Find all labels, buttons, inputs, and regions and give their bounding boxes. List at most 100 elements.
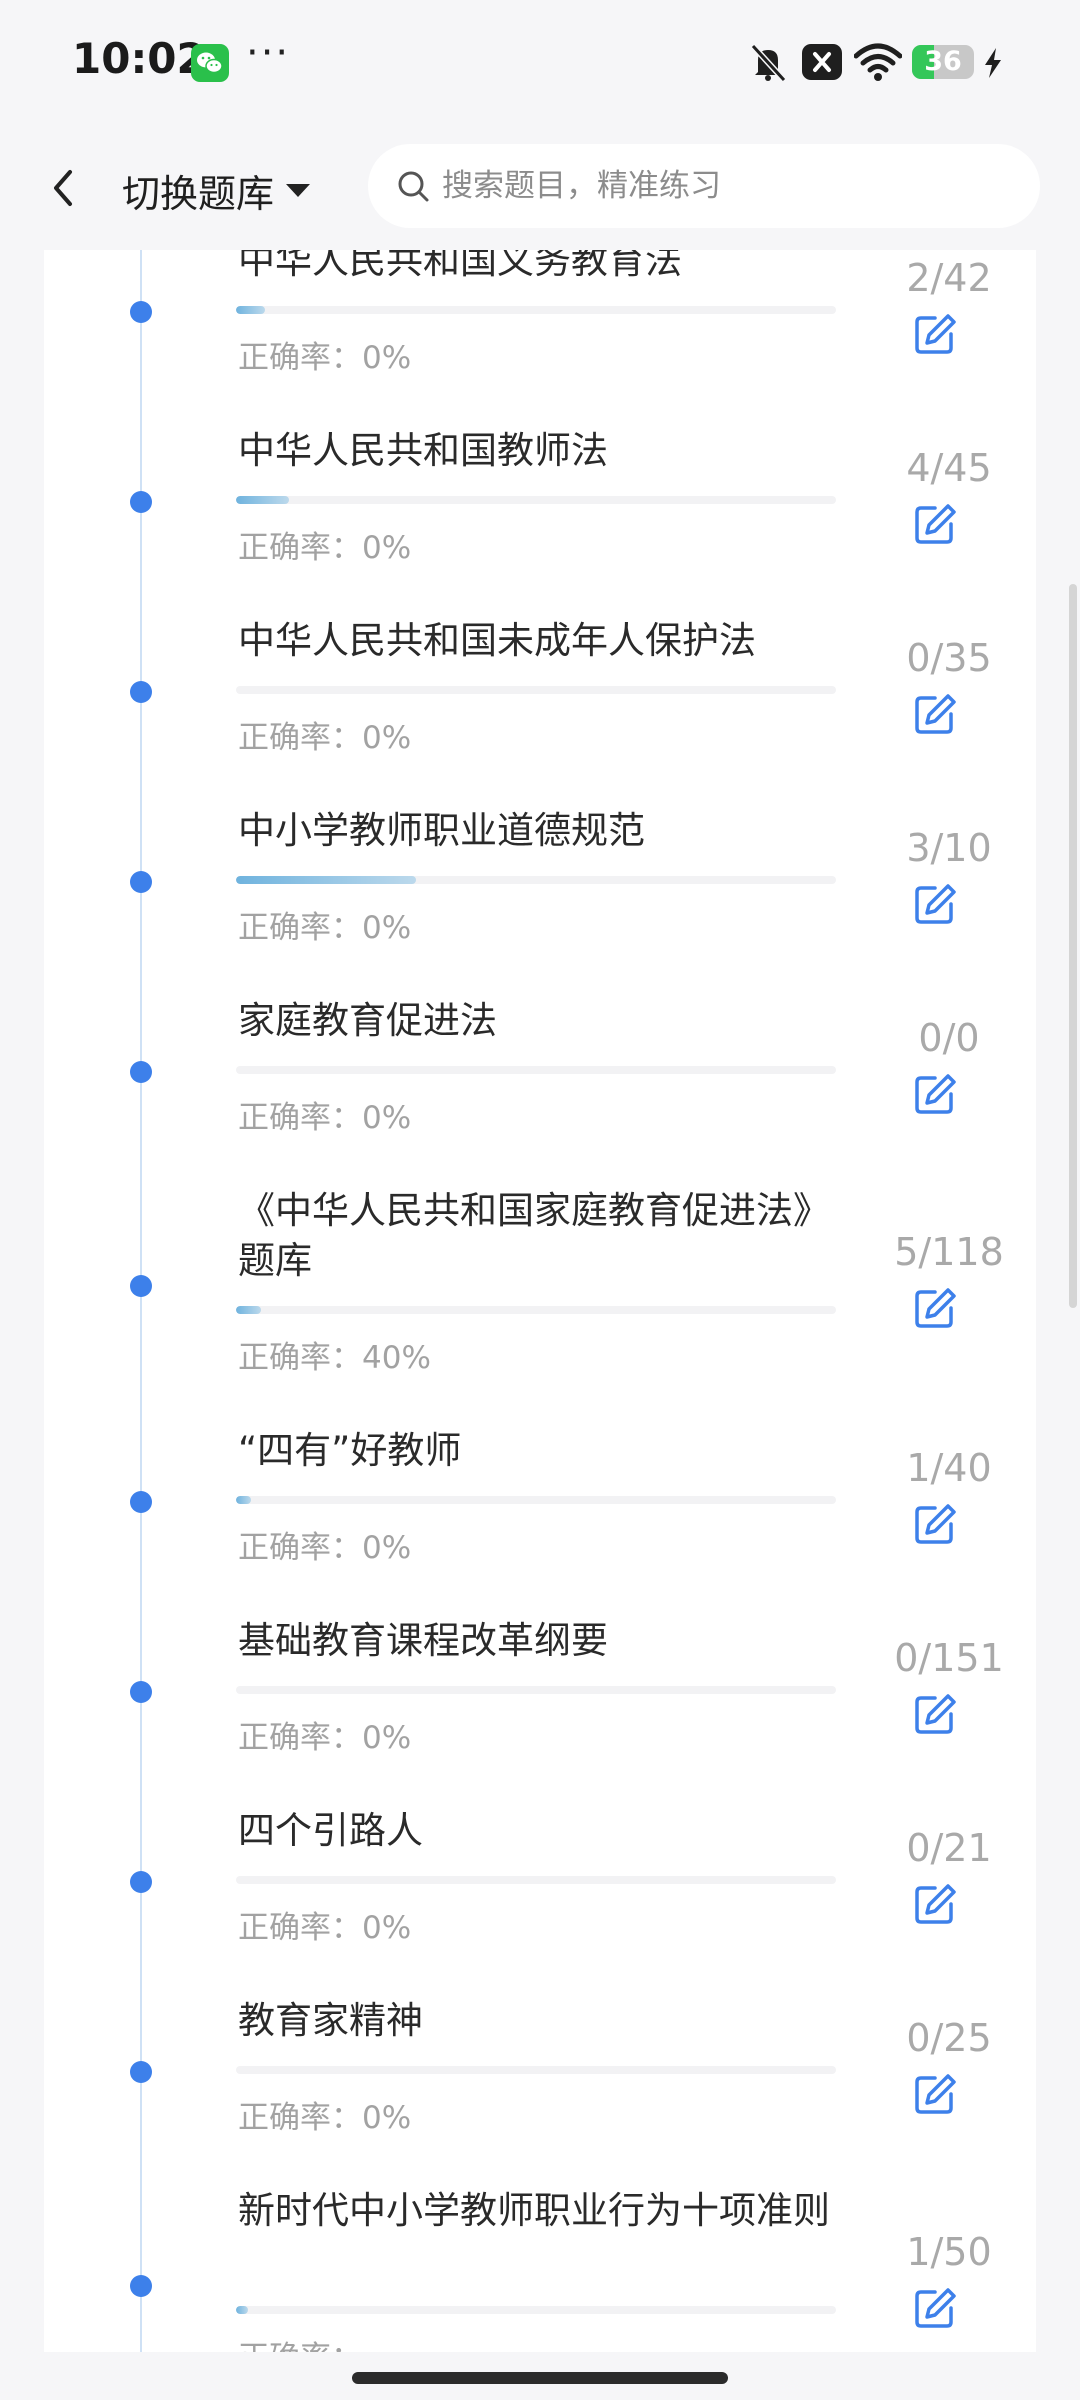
question-count: 2/42 bbox=[906, 256, 992, 300]
accuracy-rate: 正确率：0% bbox=[238, 1712, 411, 1757]
timeline-dot bbox=[130, 301, 152, 323]
edit-icon[interactable] bbox=[913, 1502, 957, 1546]
close-box-icon bbox=[802, 44, 842, 80]
progress-track bbox=[236, 496, 836, 504]
edit-icon[interactable] bbox=[913, 2072, 957, 2116]
accuracy-label: 正确率： bbox=[238, 1720, 362, 1756]
charging-bolt-icon bbox=[985, 48, 1001, 78]
question-count: 1/40 bbox=[906, 1446, 992, 1490]
accuracy-value: 0% bbox=[362, 1100, 412, 1136]
progress-track bbox=[236, 2066, 836, 2074]
edit-icon[interactable] bbox=[913, 502, 957, 546]
list-item[interactable]: 中小学教师职业道德规范 正确率：0% 3/10 bbox=[44, 806, 1036, 946]
edit-icon[interactable] bbox=[913, 312, 957, 356]
list-item[interactable]: 中华人民共和国未成年人保护法 正确率：0% 0/35 bbox=[44, 616, 1036, 756]
search-input[interactable] bbox=[440, 167, 1004, 205]
accuracy-label: 正确率： bbox=[238, 1100, 362, 1136]
timeline-dot bbox=[130, 491, 152, 513]
list-item[interactable]: 新时代中小学教师职业行为十项准则 正确率： 1/50 bbox=[44, 2186, 1036, 2352]
list-item[interactable]: 中华人民共和国教师法 正确率：0% 4/45 bbox=[44, 426, 1036, 566]
item-title: 新时代中小学教师职业行为十项准则 bbox=[238, 2189, 830, 2232]
edit-icon[interactable] bbox=[913, 1072, 957, 1116]
progress-track bbox=[236, 686, 836, 694]
accuracy-rate: 正确率：0% bbox=[238, 332, 411, 377]
battery-level: 36 bbox=[924, 46, 962, 77]
list-item[interactable]: “四有”好教师 正确率：0% 1/40 bbox=[44, 1426, 1036, 1566]
accuracy-label: 正确率： bbox=[238, 720, 362, 756]
home-indicator[interactable] bbox=[352, 2372, 728, 2384]
timeline-dot bbox=[130, 871, 152, 893]
accuracy-rate: 正确率：0% bbox=[238, 1092, 411, 1137]
bell-off-icon bbox=[750, 43, 787, 82]
progress-bar bbox=[236, 306, 265, 314]
accuracy-label: 正确率： bbox=[238, 1910, 362, 1946]
accuracy-rate: 正确率：0% bbox=[238, 1522, 411, 1567]
accuracy-label: 正确率： bbox=[238, 530, 362, 566]
search-icon bbox=[398, 171, 429, 202]
question-count: 0/151 bbox=[894, 1636, 1004, 1680]
item-title: 中华人民共和国教师法 bbox=[238, 429, 608, 472]
progress-bar bbox=[236, 496, 290, 504]
edit-icon[interactable] bbox=[913, 882, 957, 926]
question-count: 5/118 bbox=[894, 1230, 1004, 1274]
progress-track bbox=[236, 1686, 836, 1694]
question-count: 0/25 bbox=[906, 2016, 992, 2060]
edit-icon[interactable] bbox=[913, 2286, 957, 2330]
accuracy-rate: 正确率： bbox=[238, 2332, 362, 2352]
timeline-dot bbox=[130, 2061, 152, 2083]
timeline-dot bbox=[130, 681, 152, 703]
accuracy-label: 正确率： bbox=[238, 2340, 362, 2352]
search-bar[interactable] bbox=[368, 144, 1040, 228]
question-count: 1/50 bbox=[906, 2230, 992, 2274]
accuracy-value: 40% bbox=[362, 1340, 431, 1376]
question-count: 0/21 bbox=[906, 1826, 992, 1870]
chevron-left-icon[interactable] bbox=[42, 160, 82, 216]
question-count: 0/35 bbox=[906, 636, 992, 680]
question-count: 3/10 bbox=[906, 826, 992, 870]
progress-bar bbox=[236, 876, 416, 884]
accuracy-value: 0% bbox=[362, 2100, 412, 2136]
list-item[interactable]: 基础教育课程改革纲要 正确率：0% 0/151 bbox=[44, 1616, 1036, 1756]
edit-icon[interactable] bbox=[913, 1286, 957, 1330]
edit-icon[interactable] bbox=[913, 692, 957, 736]
list-item[interactable]: 教育家精神 正确率：0% 0/25 bbox=[44, 1996, 1036, 2136]
item-title: 中华人民共和国未成年人保护法 bbox=[238, 619, 756, 662]
progress-track bbox=[236, 1306, 836, 1314]
accuracy-rate: 正确率：0% bbox=[238, 2092, 411, 2137]
progress-track bbox=[236, 1876, 836, 1884]
question-count: 4/45 bbox=[906, 446, 992, 490]
edit-icon[interactable] bbox=[913, 1882, 957, 1926]
question-bank-list: 中华人民共和国义务教育法 正确率：0% 2/42 中华人民共和国教师法 正确率：… bbox=[44, 250, 1036, 2352]
progress-bar bbox=[236, 2306, 248, 2314]
list-item[interactable]: 家庭教育促进法 正确率：0% 0/0 bbox=[44, 996, 1036, 1136]
timeline-dot bbox=[130, 1491, 152, 1513]
item-title: 基础教育课程改革纲要 bbox=[238, 1619, 608, 1662]
accuracy-value: 0% bbox=[362, 1530, 412, 1566]
list-item[interactable]: 中华人民共和国义务教育法 正确率：0% 2/42 bbox=[44, 250, 1036, 376]
timeline-dot bbox=[130, 1061, 152, 1083]
timeline-dot bbox=[130, 1681, 152, 1703]
timeline-dot bbox=[130, 1871, 152, 1893]
timeline-dot bbox=[130, 2275, 152, 2297]
item-title: 中小学教师职业道德规范 bbox=[238, 809, 645, 852]
progress-track bbox=[236, 876, 836, 884]
accuracy-value: 0% bbox=[362, 340, 412, 376]
edit-icon[interactable] bbox=[913, 1692, 957, 1736]
battery-indicator: 36 bbox=[912, 45, 974, 79]
accuracy-value: 0% bbox=[362, 530, 412, 566]
item-title: 中华人民共和国义务教育法 bbox=[238, 250, 682, 282]
accuracy-rate: 正确率：0% bbox=[238, 522, 411, 567]
list-item[interactable]: 《中华人民共和国家庭教育促进法》题库 正确率：40% 5/118 bbox=[44, 1186, 1036, 1376]
accuracy-value: 0% bbox=[362, 1910, 412, 1946]
item-title: 四个引路人 bbox=[238, 1809, 423, 1852]
switch-question-bank-button[interactable]: 切换题库 bbox=[122, 162, 311, 218]
top-bar: 切换题库 bbox=[0, 126, 1080, 250]
list-item[interactable]: 四个引路人 正确率：0% 0/21 bbox=[44, 1806, 1036, 1946]
accuracy-label: 正确率： bbox=[238, 340, 362, 376]
progress-bar bbox=[236, 1306, 262, 1314]
progress-track bbox=[236, 2306, 836, 2314]
accuracy-label: 正确率： bbox=[238, 1340, 362, 1376]
accuracy-rate: 正确率：0% bbox=[238, 902, 411, 947]
caret-down-icon bbox=[286, 183, 311, 197]
scrollbar[interactable] bbox=[1069, 584, 1077, 1308]
